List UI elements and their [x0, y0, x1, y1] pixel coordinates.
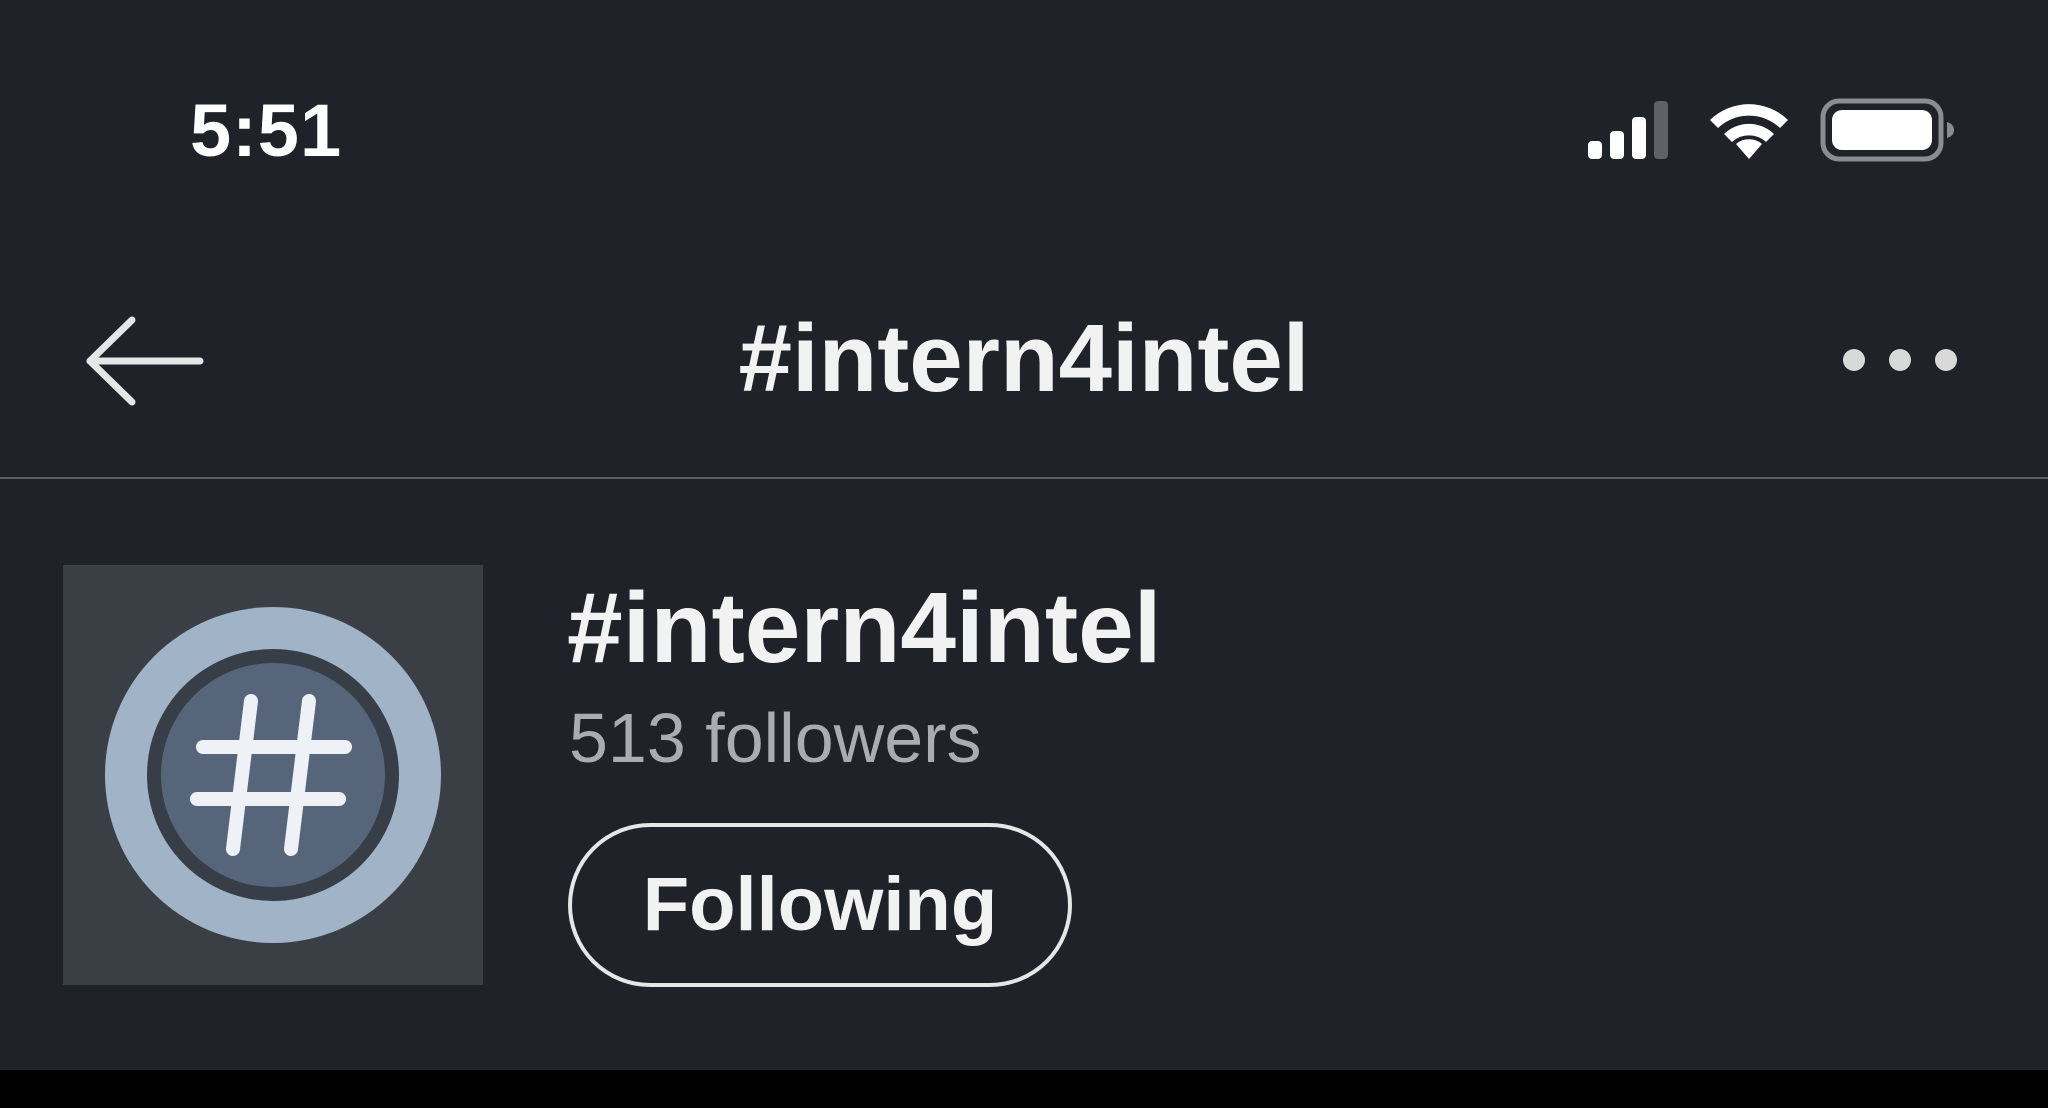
page-title: #intern4intel — [738, 305, 1310, 412]
cellular-signal-icon — [1588, 101, 1668, 159]
status-time: 5:51 — [190, 89, 343, 172]
followers-count: 513 followers — [569, 699, 982, 777]
hashtag-screen: 5:51 #intern4intel #intern4intel 513 fol… — [0, 0, 2048, 1070]
header-divider — [0, 477, 2048, 479]
wifi-icon — [1710, 104, 1788, 159]
more-options-icon[interactable] — [1840, 340, 1960, 380]
hashtag-name: #intern4intel — [567, 572, 1162, 684]
battery-icon — [1820, 98, 1954, 162]
following-button[interactable]: Following — [568, 823, 1072, 987]
hashtag-avatar — [63, 565, 483, 985]
hashtag-icon — [105, 607, 441, 943]
bottom-edge — [0, 1070, 2048, 1108]
